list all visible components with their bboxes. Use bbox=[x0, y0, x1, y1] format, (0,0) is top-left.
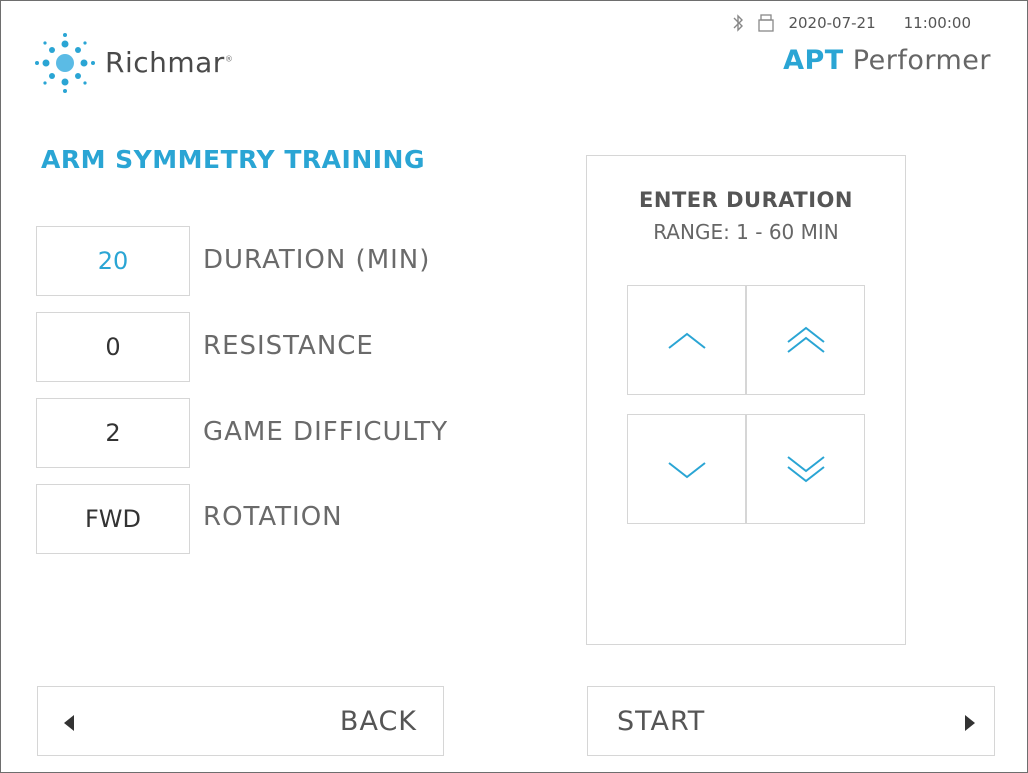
decrement-fast-button[interactable] bbox=[746, 414, 865, 524]
duration-label: DURATION (MIN) bbox=[203, 245, 431, 275]
panel-heading: ENTER DURATION bbox=[639, 188, 853, 212]
chevron-down-icon bbox=[667, 462, 706, 479]
duration-entry-panel: ENTER DURATION RANGE: 1 - 60 MIN bbox=[586, 155, 906, 645]
triangle-right-icon bbox=[965, 715, 975, 731]
rotation-value-field[interactable]: FWD bbox=[36, 484, 190, 554]
product-brand: APT bbox=[783, 45, 844, 76]
game-difficulty-value-field[interactable]: 2 bbox=[36, 398, 190, 468]
product-name: Performer bbox=[852, 45, 991, 76]
brand-name: Richmar® bbox=[105, 46, 234, 79]
status-date: 2020-07-21 bbox=[788, 14, 876, 32]
game-difficulty-label: GAME DIFFICULTY bbox=[203, 417, 449, 447]
status-bar: 2020-07-21 11:00:00 bbox=[732, 13, 971, 33]
double-chevron-down-icon bbox=[786, 456, 825, 483]
usb-drive-icon bbox=[758, 14, 775, 32]
back-label: BACK bbox=[339, 706, 417, 737]
start-button[interactable]: START bbox=[587, 686, 995, 756]
device-screen: Richmar® 2020-07-21 11:00:00 APT Perform… bbox=[0, 0, 1028, 773]
resistance-label: RESISTANCE bbox=[203, 331, 374, 361]
page-title: ARM SYMMETRY TRAINING bbox=[41, 145, 425, 174]
richmar-logo: Richmar® bbox=[33, 31, 273, 95]
registered-mark: ® bbox=[224, 54, 234, 64]
increment-fast-button[interactable] bbox=[746, 285, 865, 395]
triangle-left-icon bbox=[64, 715, 74, 731]
chevron-up-icon bbox=[667, 332, 706, 349]
increment-button[interactable] bbox=[627, 285, 746, 395]
richmar-logo-icon bbox=[35, 33, 95, 93]
double-chevron-up-icon bbox=[786, 326, 825, 353]
duration-value-field[interactable]: 20 bbox=[36, 226, 190, 296]
rotation-label: ROTATION bbox=[203, 502, 343, 532]
panel-range: RANGE: 1 - 60 MIN bbox=[653, 220, 839, 244]
start-label: START bbox=[617, 706, 706, 737]
bluetooth-icon bbox=[733, 14, 744, 32]
back-button[interactable]: BACK bbox=[37, 686, 444, 756]
decrement-button[interactable] bbox=[627, 414, 746, 524]
resistance-value-field[interactable]: 0 bbox=[36, 312, 190, 382]
status-time: 11:00:00 bbox=[903, 14, 971, 32]
product-title: APT Performer bbox=[783, 45, 991, 76]
